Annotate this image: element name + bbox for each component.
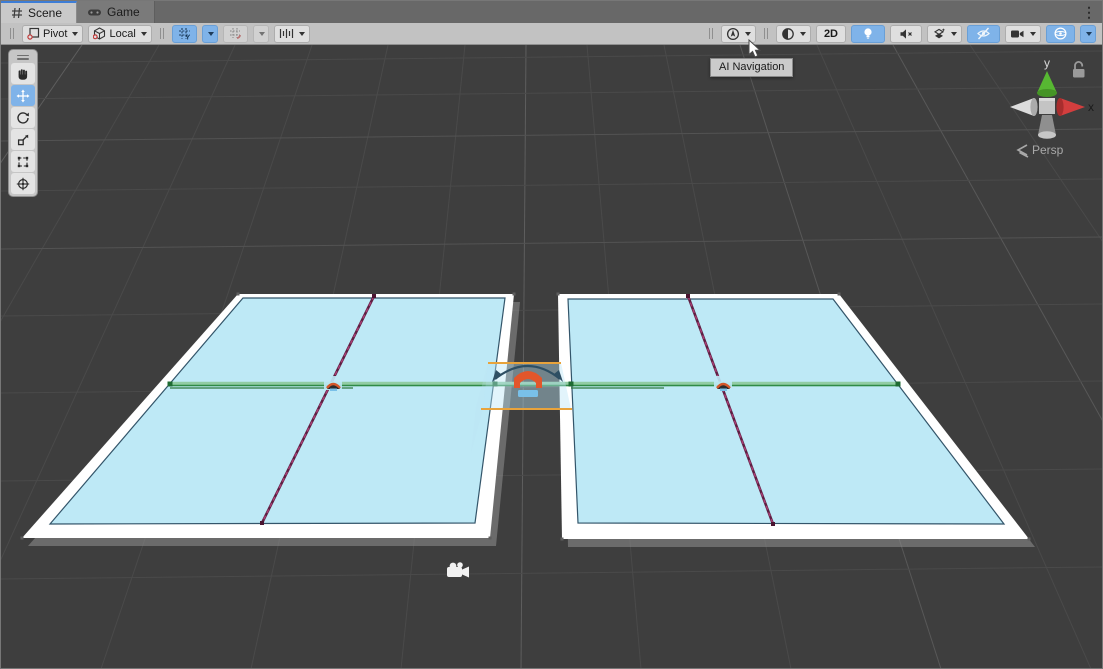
chevron-down-icon [800, 32, 806, 36]
drag-handle-icon[interactable] [709, 28, 713, 39]
gizmos-toggle[interactable] [1046, 25, 1075, 43]
shading-mode-icon [781, 27, 795, 41]
cursor-pointer [747, 39, 763, 59]
scale-tool-icon [16, 133, 30, 147]
chevron-down-icon [141, 32, 147, 36]
grid-snapping-toggle[interactable]: Y [172, 25, 197, 43]
effects-icon [932, 27, 946, 41]
camera-overlay-button[interactable] [1005, 25, 1041, 43]
chevron-down-icon [1086, 32, 1092, 36]
orientation-button[interactable]: Local [88, 25, 151, 43]
chevron-down-icon [1030, 32, 1036, 36]
view-tool-button[interactable] [11, 63, 35, 84]
pivot-label: Pivot [43, 28, 67, 40]
rotate-tool-button[interactable] [11, 107, 35, 128]
transform-tool-icon [16, 177, 30, 191]
audio-mute-icon [899, 28, 913, 40]
rotate-tool-icon [16, 111, 30, 125]
scene-canvas: y x [1, 45, 1102, 669]
rect-tool-button[interactable] [11, 151, 35, 172]
move-tool-button[interactable] [11, 85, 35, 106]
snap-settings-icon [279, 27, 294, 40]
tools-overlay [8, 49, 38, 197]
chevron-down-icon [72, 32, 78, 36]
chevron-down-icon [208, 32, 214, 36]
scene-toolbar: Pivot Local Y [1, 23, 1102, 45]
orientation-label: Local [109, 28, 135, 40]
2d-label: 2D [824, 28, 838, 40]
local-icon [93, 27, 106, 40]
transform-tool-button[interactable] [11, 173, 35, 194]
gizmos-dropdown[interactable] [1080, 25, 1096, 43]
grid [1, 45, 1102, 669]
snap-increment-icon [229, 27, 242, 40]
game-tab-icon [87, 6, 102, 18]
snap-increment-toggle[interactable] [223, 25, 248, 43]
pivot-icon [27, 27, 40, 40]
x-axis-label: x [1088, 100, 1094, 114]
lighting-icon [862, 27, 874, 40]
move-tool-icon [16, 89, 30, 103]
tab-scene-label: Scene [28, 6, 62, 20]
2d-toggle[interactable]: 2D [816, 25, 846, 43]
neg-y-axis-cone[interactable] [1038, 115, 1056, 139]
snap-increment-dropdown[interactable] [253, 25, 269, 43]
gizmos-icon [1053, 26, 1068, 41]
rect-tool-icon [16, 155, 30, 169]
hand-tool-icon [16, 67, 30, 81]
chevron-down-icon [259, 32, 265, 36]
svg-text:Y: Y [185, 35, 190, 41]
navmesh-link-icon-small-left[interactable] [324, 376, 342, 391]
y-axis-label: y [1044, 56, 1050, 70]
scene-visibility-toggle[interactable] [967, 25, 1000, 43]
x-axis-cone[interactable] [1056, 98, 1085, 116]
y-axis-cone[interactable] [1037, 71, 1057, 97]
tooltip: AI Navigation [710, 58, 793, 77]
pivot-button[interactable]: Pivot [22, 25, 83, 43]
toolbar-right-group: 2D [706, 25, 1096, 43]
grid-snapping-dropdown[interactable] [202, 25, 218, 43]
grid-snap-icon: Y [178, 27, 191, 40]
shading-mode-button[interactable] [776, 25, 811, 43]
chevron-down-icon [745, 32, 751, 36]
ai-navigation-icon [726, 27, 740, 41]
projection-label: Persp [1032, 143, 1064, 157]
scene-visibility-icon [976, 27, 991, 40]
chevron-down-icon [951, 32, 957, 36]
drag-handle-icon[interactable] [10, 28, 14, 39]
drag-handle-icon[interactable] [764, 28, 768, 39]
audio-toggle[interactable] [890, 25, 922, 43]
effects-button[interactable] [927, 25, 962, 43]
scene-viewport[interactable]: y x [1, 45, 1102, 669]
tab-scene[interactable]: Scene [1, 1, 77, 23]
unity-editor-window: Scene Game ⋮ Pivot [0, 0, 1103, 669]
overflow-menu-icon[interactable]: ⋮ [1082, 2, 1096, 22]
tab-bar: Scene Game ⋮ [1, 1, 1102, 23]
drag-handle-icon[interactable] [11, 52, 35, 62]
neg-x-axis-cone[interactable] [1010, 98, 1038, 116]
drag-handle-icon[interactable] [160, 28, 164, 39]
snap-settings-button[interactable] [274, 25, 310, 43]
unlock-icon[interactable] [1073, 62, 1085, 78]
projection-toggle[interactable]: Persp [1018, 143, 1064, 157]
view-orientation-gizmo: y x [1010, 56, 1094, 157]
right-platform[interactable] [557, 293, 1036, 548]
scene-lighting-toggle[interactable] [851, 25, 885, 43]
scene-tab-icon [11, 7, 23, 19]
tab-game[interactable]: Game [77, 1, 155, 23]
navmesh-link-icon-small-right[interactable] [714, 376, 732, 391]
tab-game-label: Game [107, 5, 140, 19]
tooltip-text: AI Navigation [719, 61, 784, 73]
scale-tool-button[interactable] [11, 129, 35, 150]
camera-gizmo-icon[interactable] [447, 562, 469, 577]
chevron-down-icon [299, 32, 305, 36]
camera-overlay-icon [1010, 28, 1025, 40]
